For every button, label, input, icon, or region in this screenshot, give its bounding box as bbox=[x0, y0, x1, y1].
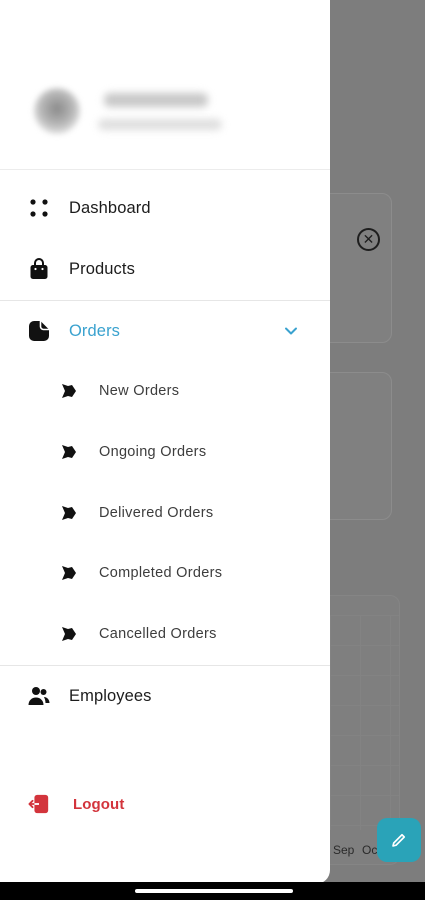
sub-item-new-orders[interactable]: New Orders bbox=[0, 361, 330, 421]
chevron-down-icon[interactable] bbox=[282, 322, 300, 340]
background-chart-grid bbox=[330, 615, 400, 830]
nav-item-label: Products bbox=[69, 259, 135, 278]
profile-email-blurred bbox=[98, 119, 222, 130]
logout-label: Logout bbox=[73, 795, 125, 813]
grid-dots-icon bbox=[28, 197, 50, 219]
sub-item-delivered-orders[interactable]: Delivered Orders bbox=[0, 483, 330, 543]
nav-item-label: Employees bbox=[69, 686, 152, 705]
sub-item-label: New Orders bbox=[99, 383, 180, 399]
chart-axis-label: Sep bbox=[333, 843, 355, 857]
logout-icon bbox=[28, 793, 50, 815]
nav-item-dashboard[interactable]: Dashboard bbox=[0, 178, 330, 238]
nav-item-label: Orders bbox=[69, 321, 121, 340]
close-circle-icon[interactable]: ✕ bbox=[357, 228, 380, 251]
nav-item-orders[interactable]: Orders bbox=[0, 301, 330, 361]
document-icon bbox=[28, 320, 50, 342]
order-status-icon bbox=[62, 627, 76, 641]
home-indicator[interactable] bbox=[135, 889, 293, 893]
order-status-icon bbox=[62, 384, 76, 398]
shopping-bag-icon bbox=[28, 258, 50, 280]
pencil-icon bbox=[392, 833, 406, 847]
sub-item-label: Completed Orders bbox=[99, 565, 223, 581]
chart-axis-label: Oc bbox=[362, 843, 378, 857]
order-status-icon bbox=[62, 445, 76, 459]
sub-item-cancelled-orders[interactable]: Cancelled Orders bbox=[0, 604, 330, 664]
edit-fab-button[interactable] bbox=[377, 818, 421, 862]
navigation-drawer: Dashboard Products Orders New Orders Ong… bbox=[0, 0, 330, 884]
sub-item-ongoing-orders[interactable]: Ongoing Orders bbox=[0, 422, 330, 482]
sub-item-completed-orders[interactable]: Completed Orders bbox=[0, 543, 330, 603]
profile-header bbox=[0, 0, 330, 170]
nav-item-label: Dashboard bbox=[69, 198, 151, 217]
nav-item-products[interactable]: Products bbox=[0, 239, 330, 299]
sub-item-label: Cancelled Orders bbox=[99, 626, 217, 642]
order-status-icon bbox=[62, 506, 76, 520]
logout-button[interactable]: Logout bbox=[0, 774, 330, 834]
users-icon bbox=[28, 685, 50, 707]
nav-item-employees[interactable]: Employees bbox=[0, 666, 330, 726]
profile-name-blurred bbox=[104, 93, 208, 107]
avatar bbox=[34, 88, 80, 134]
sub-item-label: Delivered Orders bbox=[99, 505, 214, 521]
sub-item-label: Ongoing Orders bbox=[99, 444, 207, 460]
order-status-icon bbox=[62, 566, 76, 580]
